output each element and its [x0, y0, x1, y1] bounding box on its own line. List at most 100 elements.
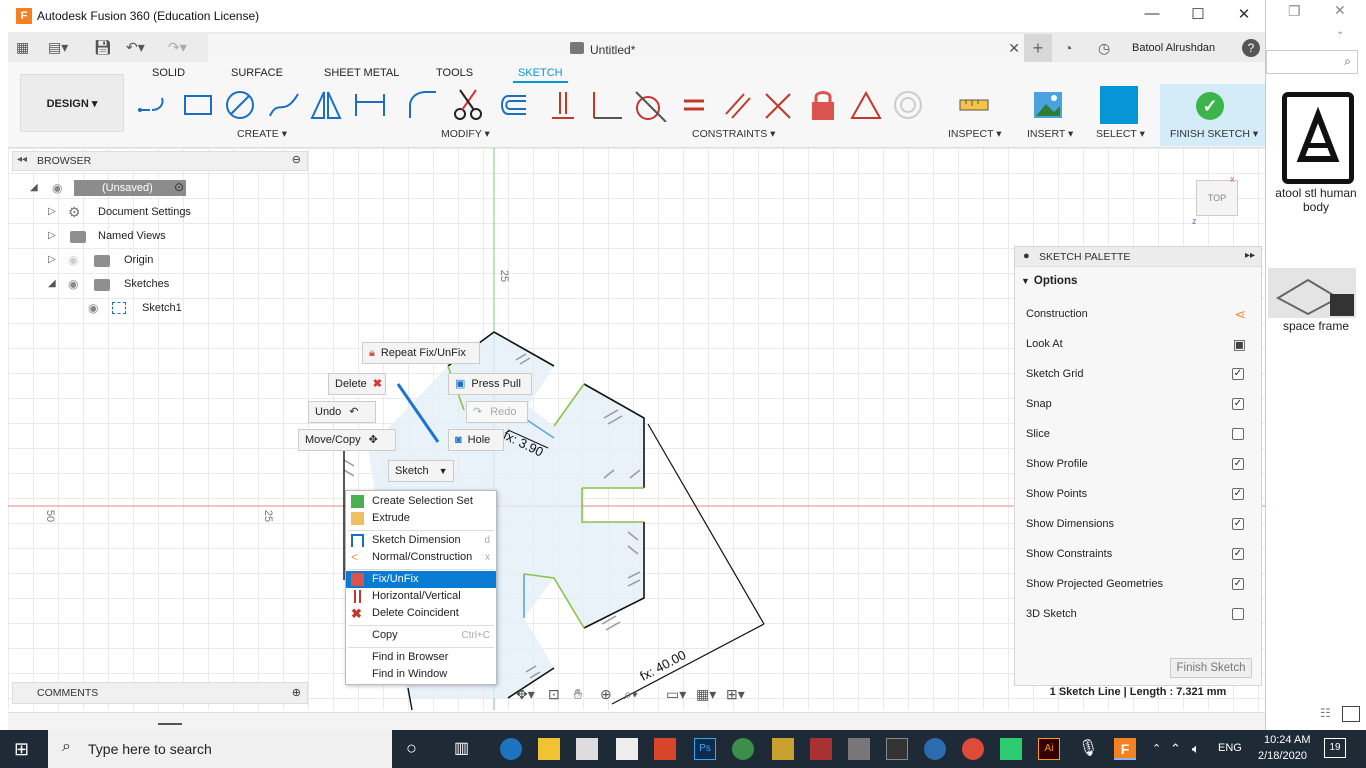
collapse-icon[interactable]: ◂◂ — [17, 154, 27, 165]
palette-row-show-constraints[interactable]: Show Constraints ✓ — [1026, 544, 1252, 564]
minus-circle-icon[interactable]: ● — [1023, 250, 1030, 262]
mail-icon[interactable] — [616, 738, 638, 760]
checkbox[interactable]: ✓ — [1232, 578, 1244, 590]
checkbox[interactable]: ✓ — [1232, 488, 1244, 500]
inspect-menu[interactable]: INSPECT ▾ — [948, 128, 1002, 140]
palette-row-show-projected-geometries[interactable]: Show Projected Geometries ✓ — [1026, 574, 1252, 594]
redo-button[interactable]: ↷ Redo — [466, 401, 528, 423]
maximize-button[interactable]: ☐ — [1188, 5, 1208, 23]
user-name[interactable]: Batool Alrushdan — [1132, 42, 1215, 54]
tab-sheet-metal[interactable]: SHEET METAL — [324, 67, 399, 79]
data-panel-icon[interactable]: ▦ — [16, 39, 29, 56]
look-at-icon[interactable]: ⊡ — [548, 686, 560, 703]
finish-sketch-menu[interactable]: FINISH SKETCH ▾ — [1170, 128, 1258, 140]
repeat-fix-unfix-button[interactable]: 🔒︎ Repeat Fix/UnFix — [362, 342, 480, 364]
illustrator-icon[interactable]: Ai — [1038, 738, 1060, 760]
trim-tool-icon[interactable] — [450, 88, 486, 122]
search-field[interactable]: ⌕ — [1266, 50, 1358, 74]
eye-hidden-icon[interactable]: ◉ — [68, 253, 78, 267]
eye-icon[interactable]: ◉ — [88, 301, 98, 315]
tab-surface[interactable]: SURFACE — [231, 67, 283, 79]
browser-item-sketches[interactable]: ◢ ◉ Sketches — [12, 274, 308, 296]
app-icon[interactable] — [732, 738, 754, 760]
options-section[interactable]: ▼ Options — [1021, 275, 1077, 287]
eye-icon[interactable]: ◉ — [68, 277, 78, 291]
desktop-icon-label[interactable]: atool stl human body — [1266, 186, 1366, 214]
app-icon[interactable] — [848, 738, 870, 760]
taskbar-search[interactable]: ⌕ Type here to search — [48, 730, 392, 768]
undo-icon[interactable]: ↶▾ — [126, 39, 145, 56]
network-icon[interactable]: ⌃ — [1170, 741, 1181, 757]
notifications-icon[interactable]: ◷ — [1098, 40, 1110, 57]
view-list-icon[interactable]: ☷ — [1320, 706, 1338, 722]
undo-button[interactable]: Undo ↶ — [308, 401, 376, 423]
measure-tool-icon[interactable] — [956, 88, 992, 122]
workspace-switcher[interactable]: DESIGN ▾ — [20, 74, 124, 132]
menu-item-fix-unfix[interactable]: Fix/UnFix — [346, 571, 496, 588]
construction-icon[interactable]: ⋖ — [1234, 304, 1246, 324]
file-menu-icon[interactable]: ▤▾ — [48, 39, 68, 56]
security-icon[interactable] — [1000, 738, 1022, 760]
select-tool-icon[interactable] — [1100, 86, 1138, 124]
fix-constraint-icon[interactable] — [804, 88, 840, 122]
checkbox[interactable]: ✓ — [1232, 458, 1244, 470]
display-settings-icon[interactable]: ▭▾ — [666, 686, 686, 703]
cortana-icon[interactable]: ○ — [406, 738, 428, 760]
chrome-icon[interactable] — [962, 738, 984, 760]
create-menu[interactable]: CREATE ▾ — [237, 128, 287, 140]
checkbox[interactable] — [1232, 428, 1244, 440]
spline-tool-icon[interactable] — [266, 88, 302, 122]
file-explorer-icon[interactable] — [538, 738, 560, 760]
clock-time[interactable]: 10:24 AM — [1264, 734, 1310, 746]
menu-item-copy[interactable]: Copy Ctrl+C — [346, 627, 496, 644]
palette-row-show-profile[interactable]: Show Profile ✓ — [1026, 454, 1252, 474]
job-status-icon[interactable]: ◔ — [1064, 40, 1072, 56]
offset-tool-icon[interactable] — [492, 88, 528, 122]
horizontal-vertical-constraint-icon[interactable] — [546, 88, 582, 122]
menu-item-normal-construction[interactable]: < Normal/Construction x — [346, 549, 496, 566]
viewports-icon[interactable]: ⊞▾ — [726, 686, 745, 703]
modify-menu[interactable]: MODIFY ▾ — [441, 128, 490, 140]
tab-solid[interactable]: SOLID — [152, 67, 185, 79]
save-icon[interactable]: 💾︎ — [94, 39, 112, 56]
language-indicator[interactable]: ENG — [1218, 742, 1242, 754]
desktop-thumbnail[interactable] — [1268, 268, 1356, 318]
menu-item-find-in-browser[interactable]: Find in Browser — [346, 649, 496, 666]
menu-item-sketch-dimension[interactable]: Sketch Dimension d — [346, 532, 496, 549]
clock-date[interactable]: 2/18/2020 — [1258, 750, 1307, 762]
fillet-tool-icon[interactable] — [404, 88, 440, 122]
minimize-button[interactable]: — — [1142, 5, 1162, 22]
collapse-triangle-icon[interactable]: ◢ — [30, 182, 38, 193]
volume-icon[interactable]: 🔈︎ — [1192, 741, 1200, 757]
palette-row-3d-sketch[interactable]: 3D Sketch — [1026, 604, 1252, 624]
winrar-icon[interactable] — [810, 738, 832, 760]
collapse-triangle-icon[interactable]: ◢ — [48, 278, 56, 289]
palette-row-slice[interactable]: Slice — [1026, 424, 1252, 444]
zoom-window-icon[interactable]: ⌕▾ — [624, 686, 638, 703]
hole-button[interactable]: ◙ Hole — [448, 429, 504, 451]
menu-item-extrude[interactable]: Extrude — [346, 510, 496, 527]
timeline-marker-icon[interactable] — [158, 717, 182, 725]
tangent-constraint-icon[interactable] — [632, 88, 668, 123]
press-pull-button[interactable]: ▣ Press Pull — [448, 373, 532, 395]
move-copy-button[interactable]: Move/Copy ✥ — [298, 429, 396, 451]
delete-button[interactable]: Delete ✖ — [328, 373, 386, 395]
new-tab-button[interactable]: + — [1024, 34, 1052, 62]
edge-icon[interactable] — [500, 738, 522, 760]
chevron-up-icon[interactable]: ⌃ — [1152, 742, 1161, 755]
checkbox[interactable]: ✓ — [1232, 548, 1244, 560]
insert-menu[interactable]: INSERT ▾ — [1027, 128, 1073, 140]
finish-sketch-area[interactable]: ✓ FINISH SKETCH ▾ — [1160, 84, 1265, 146]
checkbox[interactable]: ✓ — [1232, 368, 1244, 380]
activate-radio-icon[interactable]: ⊙ — [174, 180, 184, 194]
desktop-file-icon[interactable] — [1282, 92, 1354, 184]
menu-item-create-selection-set[interactable]: Create Selection Set — [346, 493, 496, 510]
orbit-icon[interactable]: ✥▾ — [516, 686, 535, 703]
equal-constraint-icon[interactable] — [676, 88, 712, 122]
palette-row-construction[interactable]: Construction ⋖ — [1026, 304, 1252, 324]
line-tool-icon[interactable] — [136, 88, 172, 122]
view-tile-icon[interactable] — [1342, 706, 1360, 722]
comments-panel-header[interactable]: COMMENTS ⊕ — [12, 682, 308, 704]
parallel-constraint-icon[interactable] — [718, 88, 754, 122]
expand-triangle-icon[interactable]: ▷ — [48, 230, 56, 241]
